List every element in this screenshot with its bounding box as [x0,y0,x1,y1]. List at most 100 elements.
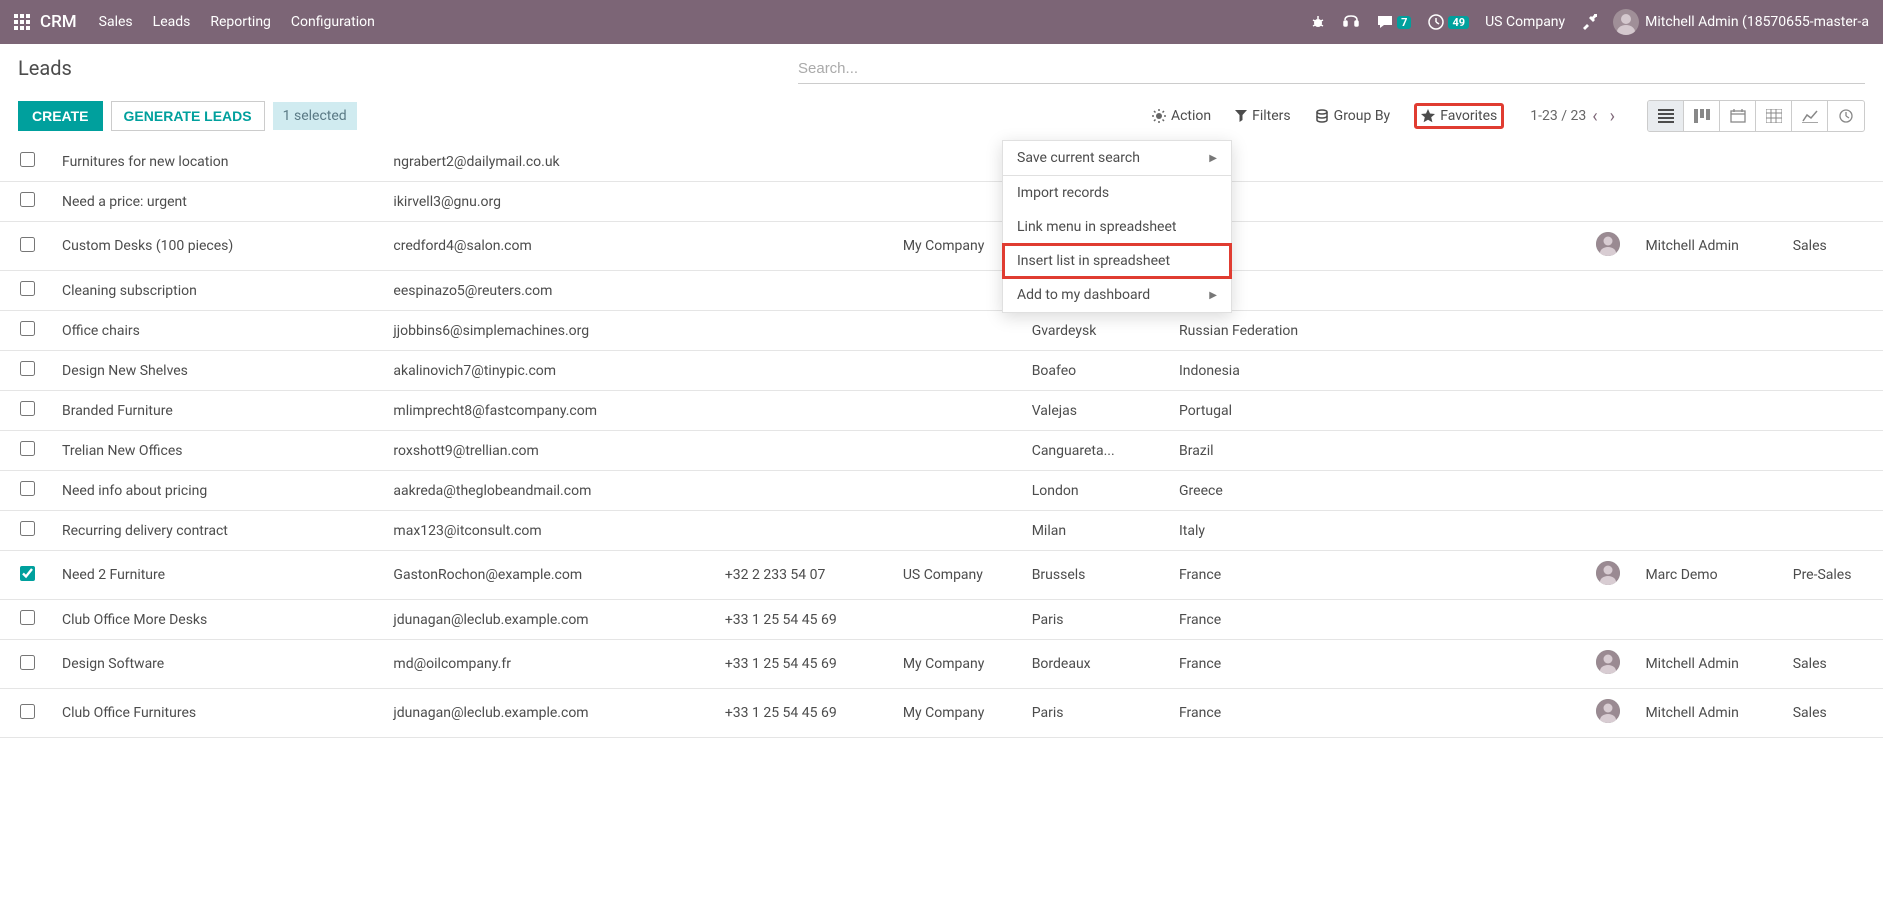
lead-name: Recurring delivery contract [54,511,385,551]
favorites-button[interactable]: Favorites [1414,103,1504,129]
lead-salesperson: Mitchell Admin [1637,640,1784,689]
tools-icon[interactable] [1581,14,1597,30]
row-checkbox[interactable] [20,152,35,167]
row-checkbox[interactable] [20,237,35,252]
lead-name: Club Office More Desks [54,600,385,640]
messages-badge: 7 [1397,16,1411,29]
table-row[interactable]: Design Softwaremd@oilcompany.fr+33 1 25 … [0,640,1883,689]
lead-team [1785,351,1883,391]
lead-company [895,431,1024,471]
row-checkbox[interactable] [20,401,35,416]
table-row[interactable]: Recurring delivery contractmax123@itcons… [0,511,1883,551]
lead-team [1785,600,1883,640]
generate-leads-button[interactable]: GENERATE LEADS [111,101,265,131]
lead-name: Club Office Furnitures [54,689,385,738]
favorites-add-dashboard[interactable]: Add to my dashboard ▶ [1003,278,1231,312]
search-input[interactable] [798,56,1865,83]
nav-sales[interactable]: Sales [99,14,133,30]
support-icon[interactable] [1342,13,1360,31]
favorites-save-search[interactable]: Save current search ▶ [1003,141,1231,175]
lead-phone: +33 1 25 54 45 69 [717,640,895,689]
user-menu[interactable]: Mitchell Admin (18570655-master-a [1613,9,1869,35]
debug-icon[interactable] [1310,14,1326,30]
lead-email: eespinazo5@reuters.com [385,271,716,311]
lead-salesperson [1637,142,1784,182]
messages-icon[interactable]: 7 [1376,13,1411,31]
lead-phone: +33 1 25 54 45 69 [717,689,895,738]
view-calendar-icon[interactable] [1720,101,1756,131]
row-checkbox[interactable] [20,481,35,496]
favorites-link-menu[interactable]: Link menu in spreadsheet [1003,210,1231,244]
lead-phone [717,431,895,471]
lead-city: Boafeo [1024,351,1171,391]
favorites-insert-list[interactable]: Insert list in spreadsheet [1003,244,1231,278]
pager-next[interactable]: › [1610,106,1615,127]
favorites-dropdown: Save current search ▶ Import records Lin… [1002,140,1232,313]
nav-reporting[interactable]: Reporting [210,14,271,30]
nav-configuration[interactable]: Configuration [291,14,375,30]
view-graph-icon[interactable] [1792,101,1828,131]
lead-salesperson [1637,271,1784,311]
table-row[interactable]: Cleaning subscriptioneespinazo5@reuters.… [0,271,1883,311]
lead-city: Milan [1024,511,1171,551]
row-checkbox[interactable] [20,361,35,376]
nav-leads[interactable]: Leads [153,14,191,30]
action-button[interactable]: Action [1152,108,1211,124]
selected-count[interactable]: 1 selected [273,102,357,130]
table-row[interactable]: Club Office Furnituresjdunagan@leclub.ex… [0,689,1883,738]
row-checkbox[interactable] [20,281,35,296]
chevron-right-icon: ▶ [1209,290,1217,301]
lead-salesperson: Mitchell Admin [1637,689,1784,738]
row-checkbox[interactable] [20,321,35,336]
pager-prev[interactable]: ‹ [1592,106,1597,127]
view-kanban-icon[interactable] [1684,101,1720,131]
row-checkbox[interactable] [20,704,35,719]
table-row[interactable]: Office chairsjjobbins6@simplemachines.or… [0,311,1883,351]
row-checkbox[interactable] [20,610,35,625]
lead-salesperson: Mitchell Admin [1637,222,1784,271]
lead-avatar [1588,431,1637,471]
row-checkbox[interactable] [20,655,35,670]
brand[interactable]: CRM [40,12,77,32]
lead-city: Paris [1024,600,1171,640]
activities-icon[interactable]: 49 [1427,13,1469,31]
row-checkbox[interactable] [20,521,35,536]
view-pivot-icon[interactable] [1756,101,1792,131]
lead-country: France [1171,551,1588,600]
groupby-button[interactable]: Group By [1315,108,1391,124]
table-row[interactable]: Need 2 FurnitureGastonRochon@example.com… [0,551,1883,600]
table-row[interactable]: Furnitures for new locationngrabert2@dai… [0,142,1883,182]
row-checkbox[interactable] [20,441,35,456]
lead-country: Brazil [1171,431,1588,471]
table-row[interactable]: Trelian New Officesroxshott9@trellian.co… [0,431,1883,471]
table-row[interactable]: Need info about pricingaakreda@theglobea… [0,471,1883,511]
create-button[interactable]: CREATE [18,101,103,131]
company-switcher[interactable]: US Company [1485,14,1565,30]
table-row[interactable]: Custom Desks (100 pieces)credford4@salon… [0,222,1883,271]
lead-name: Trelian New Offices [54,431,385,471]
view-activity-icon[interactable] [1828,101,1864,131]
lead-email: jdunagan@leclub.example.com [385,689,716,738]
topbar: CRM Sales Leads Reporting Configuration … [0,0,1883,44]
apps-icon[interactable] [14,14,30,30]
row-checkbox[interactable] [20,192,35,207]
table-row[interactable]: Design New Shelvesakalinovich7@tinypic.c… [0,351,1883,391]
lead-avatar [1588,351,1637,391]
lead-salesperson [1637,431,1784,471]
table-row[interactable]: Club Office More Desksjdunagan@leclub.ex… [0,600,1883,640]
favorites-import-records[interactable]: Import records [1003,176,1231,210]
leads-table: Furnitures for new locationngrabert2@dai… [0,142,1883,738]
filters-button[interactable]: Filters [1235,108,1291,124]
table-row[interactable]: Branded Furnituremlimprecht8@fastcompany… [0,391,1883,431]
lead-country: Neth [1171,271,1588,311]
lead-avatar [1588,511,1637,551]
table-row[interactable]: Need a price: urgentikirvell3@gnu.orgDah… [0,182,1883,222]
lead-country: Russian Federation [1171,311,1588,351]
lead-city: Canguareta... [1024,431,1171,471]
pager: 1-23 / 23 ‹ › [1530,106,1621,127]
view-list-icon[interactable] [1648,101,1684,131]
lead-team: Sales [1785,689,1883,738]
avatar-icon [1596,650,1620,674]
row-checkbox[interactable] [20,566,35,581]
lead-avatar [1588,182,1637,222]
